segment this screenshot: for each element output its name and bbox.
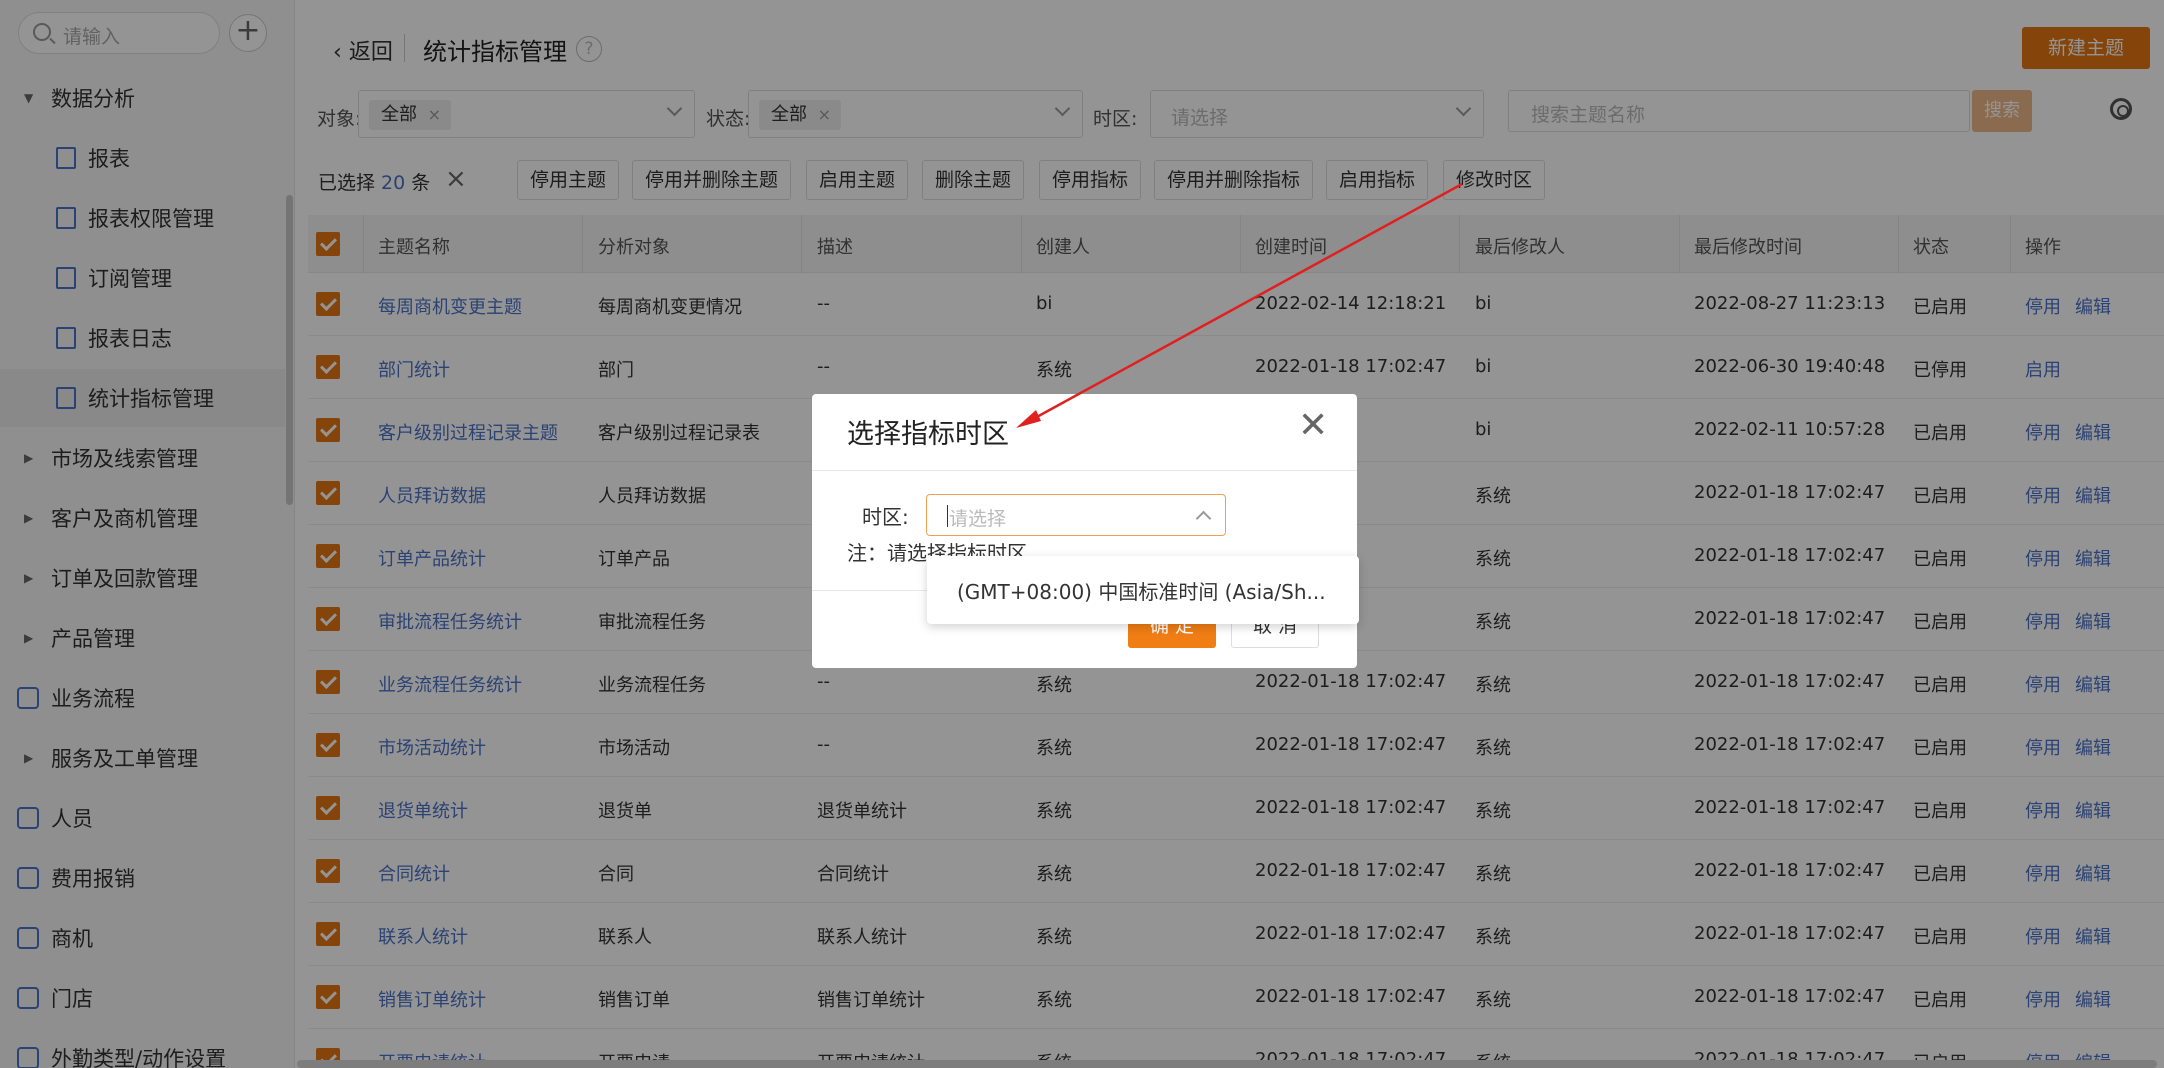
annotation-arrow <box>1016 182 1463 428</box>
